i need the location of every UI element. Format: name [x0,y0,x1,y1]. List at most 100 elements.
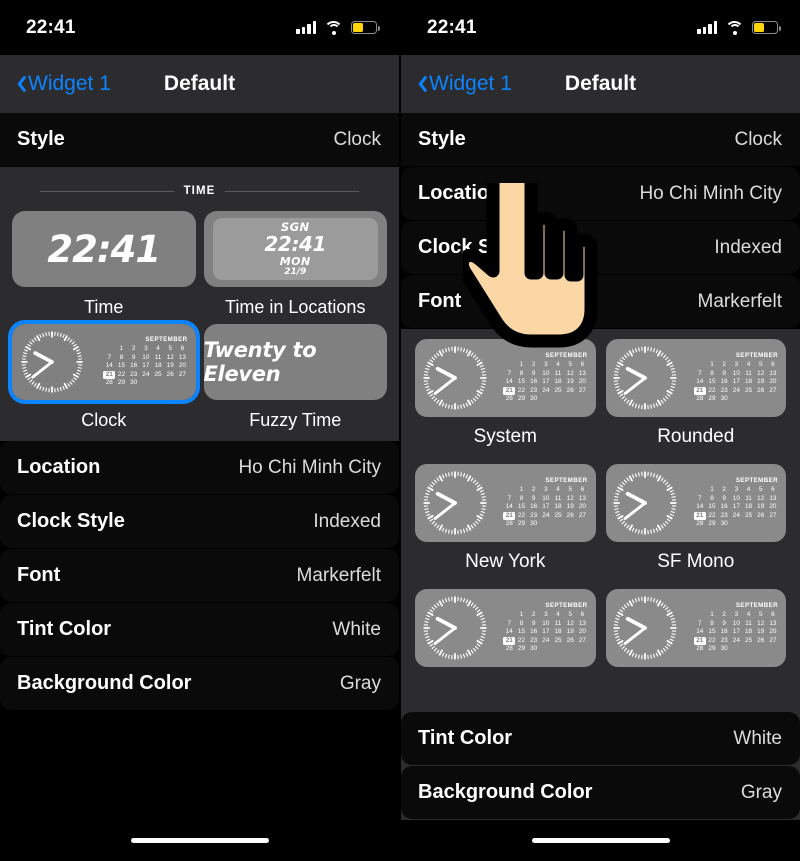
style-option-time-in-locations[interactable]: SGN 22:41 MON 21/9 Time in Locations [203,211,387,318]
row-style[interactable]: Style Clock [401,113,800,166]
row-value: Gray [339,672,381,694]
row-tint-color[interactable]: Tint Color White [0,603,399,656]
row-background-color[interactable]: Background Color Gray [0,657,399,710]
calendar-day: 18 [744,628,753,636]
calendar-day: 4 [746,611,751,619]
calendar-day: 2 [531,611,536,619]
row-key: Font [17,564,61,586]
calendar-box: SEPTEMBER 1 2 3 4 5 6 7 8 9 10 11 12 13 14 15 16 17 18 19 20… [685,589,786,667]
font-option-system[interactable]: SEPTEMBER 1 2 3 4 5 6 7 8 9 10 11 12 13 14 15 16 17 18 19 20… [415,339,596,460]
calendar-day: 2 [722,361,726,369]
calendar-day: 15 [708,503,716,511]
calendar-day: 6 [580,611,585,619]
font-option-extra-2[interactable]: SEPTEMBER 1 2 3 4 5 6 7 8 9 10 11 12 13 14 15 16 17 18 19 20… [605,589,786,667]
tile-label: Fuzzy Time [249,410,342,430]
calendar-day: 30 [530,395,538,403]
style-option-time[interactable]: 22:41 Time [12,211,196,318]
calendar-day: 7 [507,619,512,627]
calendar-blank [694,486,706,494]
style-option-clock[interactable]: SEPTEMBER 1 2 3 4 5 6 7 8 9 10 11 12 13 14 15 16 17 18 19 2… [8,320,200,431]
calendar-blank [767,520,779,528]
calendar-day: 27 [769,636,777,644]
font-tile-preview[interactable]: SEPTEMBER 1 2 3 4 5 6 7 8 9 10 11 12 13 14 15 16 17 18 19 20… [605,339,786,417]
calendar-day: 8 [519,494,524,502]
row-location[interactable]: Location Ho Chi Minh City [0,441,399,494]
back-button[interactable]: Widget 1 [14,72,111,96]
calendar-day: 27 [578,511,586,519]
calendar-day: 23 [130,370,138,378]
calendar-day: 12 [566,619,574,627]
calendar-blank [552,520,564,528]
calendar-day: 11 [154,353,162,361]
back-button[interactable]: Widget 1 [415,72,512,96]
row-clock-style[interactable]: Clock Style Indexed [401,221,800,274]
calendar-blank [576,520,588,528]
calendar-blank [694,611,706,619]
calendar-day: 25 [554,636,562,644]
calendar-day: 16 [130,362,138,370]
calendar-day: 2 [722,486,726,494]
font-tile-grid: SEPTEMBER 1 2 3 4 5 6 7 8 9 10 11 12 13 14 15 16 17 18 19 20… [401,329,800,667]
tile-preview-locations[interactable]: SGN 22:41 MON 21/9 [203,211,387,287]
right-phone-panel: 22:41 Widget 1 Default Style Clock Locat… [401,0,800,861]
row-background-color[interactable]: Background Color Gray [401,766,800,819]
calendar-day: 15 [517,628,526,636]
home-indicator-bar[interactable] [531,838,670,843]
left-phone-panel: 22:41 Widget 1 Default Style Clock TIME … [0,0,399,861]
font-tile-preview[interactable]: SEPTEMBER 1 2 3 4 5 6 7 8 9 10 11 12 13 14 15 16 17 18 19 20… [415,464,596,542]
font-tile-preview[interactable]: SEPTEMBER 1 2 3 4 5 6 7 8 9 10 11 12 13 14 15 16 17 18 19 20… [415,339,596,417]
font-tile-preview[interactable]: SEPTEMBER 1 2 3 4 5 6 7 8 9 10 11 12 13 14 15 16 17 18 19 20… [605,464,786,542]
calendar-day: 27 [578,386,586,394]
wifi-icon [324,20,343,35]
calendar-day: 20 [769,378,777,386]
row-font[interactable]: Font Markerfelt [401,275,800,328]
tile-preview-time[interactable]: 22:41 [12,211,196,287]
wifi-icon [725,20,744,35]
calendar-day: 14 [696,628,704,636]
font-tile-preview[interactable]: SEPTEMBER 1 2 3 4 5 6 7 8 9 10 11 12 13 14 15 16 17 18 19 20… [605,589,786,667]
calendar-day: 13 [578,494,586,502]
calendar-day: 2 [131,345,136,353]
calendar-blank [564,645,576,653]
row-tint-color[interactable]: Tint Color White [401,712,800,765]
calendar-day: 10 [732,369,740,377]
font-option-new-york[interactable]: SEPTEMBER 1 2 3 4 5 6 7 8 9 10 11 12 13 14 15 16 17 18 19 20… [415,464,596,585]
calendar-day: 14 [505,628,513,636]
calendar-day: 22 [517,511,526,519]
font-tile-label: New York [465,551,546,572]
font-tile-preview[interactable]: SEPTEMBER 1 2 3 4 5 6 7 8 9 10 11 12 13 14 15 16 17 18 19 20… [415,589,596,667]
calendar-day: 17 [542,628,550,636]
font-option-rounded[interactable]: SEPTEMBER 1 2 3 4 5 6 7 8 9 10 11 12 13 14 15 16 17 18 19 20… [605,339,786,460]
calendar-day: 21 [103,370,116,380]
clock-dial-box [415,464,494,542]
row-location[interactable]: Location Ho Chi Minh City [401,167,800,220]
calendar-day: 5 [758,486,763,494]
style-option-fuzzy-time[interactable]: Twenty to Eleven Fuzzy Time [203,324,387,431]
font-option-sf-mono[interactable]: SEPTEMBER 1 2 3 4 5 6 7 8 9 10 11 12 13 14 15 16 17 18 19 20… [605,464,786,585]
home-indicator-bar[interactable] [130,838,269,843]
calendar-day: 20 [178,362,186,370]
row-style[interactable]: Style Clock [0,113,399,166]
calendar-day: 1 [519,486,524,494]
calendar-blank [755,395,767,403]
calendar-day: 19 [566,378,574,386]
back-button-label: Widget 1 [429,72,512,95]
tile-preview-fuzzy[interactable]: Twenty to Eleven [203,324,387,400]
tile-preview-clock[interactable]: SEPTEMBER 1 2 3 4 5 6 7 8 9 10 11 12 13 14 15 16 17 18 19 2… [8,320,200,404]
locations-day: MON [279,255,311,269]
calendar-grid: 1 2 3 4 5 6 7 8 9 10 11 12 13 14 15 16 17 18 19 20 21 22 23 24 2… [503,361,588,403]
font-option-extra-1[interactable]: SEPTEMBER 1 2 3 4 5 6 7 8 9 10 11 12 13 14 15 16 17 18 19 20… [415,589,596,667]
row-font[interactable]: Font Markerfelt [0,549,399,602]
row-key: Clock Style [418,236,526,258]
calendar-blank [767,645,779,653]
calendar-day: 9 [722,619,726,627]
calendar-blank [755,645,767,653]
calendar-day: 18 [554,628,562,636]
row-clock-style[interactable]: Clock Style Indexed [0,495,399,548]
calendar-day: 1 [710,361,714,369]
calendar-day: 8 [119,353,124,361]
row-value: Markerfelt [697,290,782,312]
calendar-grid: 1 2 3 4 5 6 7 8 9 10 11 12 13 14 15 16 17 18 19 20 21 22 23 24 2… [693,611,779,653]
calendar-day: 18 [554,378,562,386]
calendar-day: 26 [757,636,765,644]
